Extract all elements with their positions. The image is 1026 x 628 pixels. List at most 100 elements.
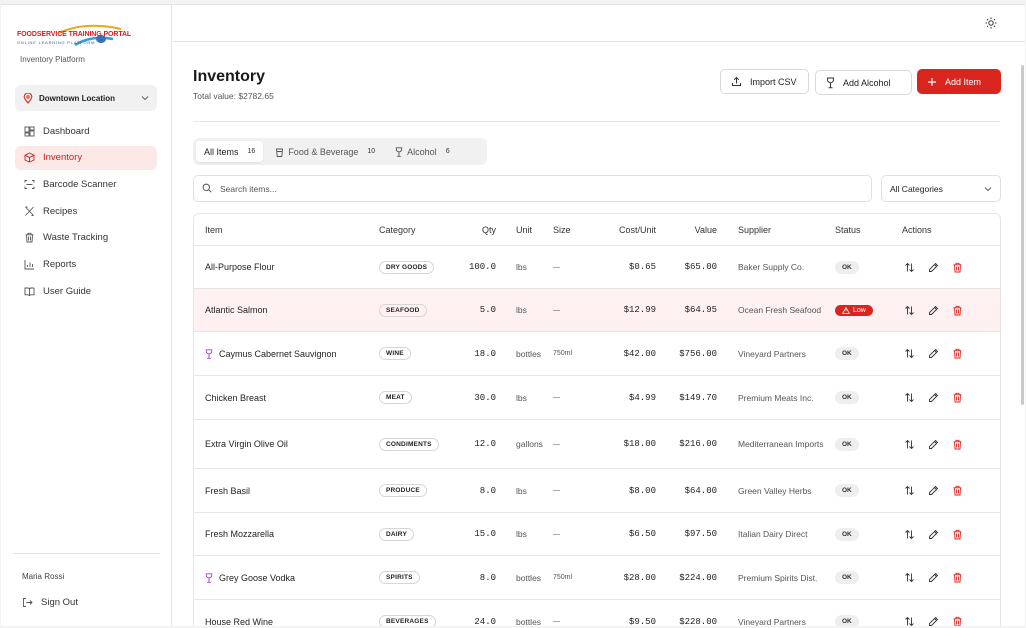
value-cell: $64.95 (684, 305, 717, 315)
delete-icon[interactable] (950, 527, 964, 541)
edit-icon[interactable] (926, 484, 940, 498)
sidebar-item-reports[interactable]: Reports (15, 252, 157, 276)
sidebar-item-dashboard[interactable]: Dashboard (15, 119, 157, 143)
adjust-stock-icon[interactable] (902, 615, 916, 626)
adjust-stock-icon[interactable] (902, 391, 916, 405)
supplier-cell: Premium Spirits Dist. (738, 572, 818, 583)
supplier-cell: Italian Dairy Direct (738, 529, 808, 539)
actions-cell (898, 260, 988, 274)
tab-all-items[interactable]: All Items 16 (196, 141, 264, 162)
sidebar-item-label: Waste Tracking (43, 232, 109, 244)
column-header-size[interactable]: Size (548, 225, 586, 235)
add-alcohol-button[interactable]: Add Alcohol (815, 70, 912, 95)
edit-icon[interactable] (926, 260, 940, 274)
size-cell: — (553, 487, 560, 494)
adjust-stock-icon[interactable] (902, 527, 916, 541)
adjust-stock-icon[interactable] (902, 303, 916, 317)
sidebar-item-inventory[interactable]: Inventory (15, 145, 157, 170)
table-row[interactable]: Atlantic Salmon SEAFOOD 5.0 lbs — $12.99 $64.9… (194, 289, 1000, 332)
scrollbar-thumb[interactable] (1021, 65, 1024, 405)
column-header-category[interactable]: Category (369, 225, 449, 235)
map-pin-icon (23, 92, 33, 104)
table-row[interactable]: All-Purpose Flour DRY GOODS 100.0 lbs — $0.65… (194, 246, 1000, 289)
edit-icon[interactable] (926, 437, 940, 451)
table-row[interactable]: House Red Wine BEVERAGES 24.0 bottles — $9.50… (194, 600, 1000, 626)
supplier-cell: Ocean Fresh Seafood (738, 305, 822, 315)
delete-icon[interactable] (950, 484, 964, 498)
brand-logo[interactable]: FOODSERVICE TRAINING PORTAL ONLINE LEARN… (15, 23, 131, 51)
delete-icon[interactable] (950, 260, 964, 274)
import-csv-button[interactable]: Import CSV (720, 69, 809, 94)
status-badge-low: Low (835, 304, 873, 316)
edit-icon[interactable] (926, 527, 940, 541)
sidebar-item-label: User Guide (43, 285, 92, 297)
column-header-status[interactable]: Status (835, 225, 898, 235)
sun-icon[interactable] (985, 17, 997, 29)
sidebar-item-barcode-scanner[interactable]: Barcode Scanner (15, 172, 157, 196)
adjust-stock-icon[interactable] (902, 260, 916, 274)
category-badge: SEAFOOD (379, 303, 427, 317)
edit-icon[interactable] (926, 303, 940, 317)
header-divider (193, 121, 1000, 122)
page-scrollbar[interactable] (1020, 5, 1025, 626)
category-cell: DRY GOODS (369, 260, 449, 274)
supplier-cell: Vineyard Partners (738, 348, 806, 359)
table-row[interactable]: Extra Virgin Olive Oil CONDIMENTS 12.0 gall… (194, 420, 1000, 469)
table-row[interactable]: Grey Goose Vodka SPIRITS 8.0 bottles 750ml $2… (194, 556, 1000, 600)
delete-icon[interactable] (950, 615, 964, 626)
plus-icon (927, 77, 937, 87)
category-cell: MEAT (369, 391, 449, 404)
item-name: House Red Wine (205, 616, 274, 627)
tab-food-beverage[interactable]: Food & Beverage 10 (267, 141, 383, 162)
category-filter-select[interactable]: All Categories (881, 175, 1001, 202)
delete-icon[interactable] (950, 347, 964, 361)
edit-icon[interactable] (926, 571, 940, 585)
column-header-unit[interactable]: Unit (496, 225, 548, 235)
location-selector[interactable]: Downtown Location (15, 85, 157, 111)
delete-icon[interactable] (950, 437, 964, 451)
delete-icon[interactable] (950, 571, 964, 585)
adjust-stock-icon[interactable] (902, 347, 916, 361)
cost-cell: $42.00 (623, 348, 656, 359)
table-body: All-Purpose Flour DRY GOODS 100.0 lbs — $0.65… (194, 246, 1000, 626)
adjust-stock-icon[interactable] (902, 484, 916, 498)
qty-cell: 18.0 (474, 348, 496, 359)
unit-cell: lbs (516, 262, 527, 272)
sidebar: FOODSERVICE TRAINING PORTAL ONLINE LEARN… (1, 5, 172, 626)
edit-icon[interactable] (926, 391, 940, 405)
sidebar-item-recipes[interactable]: Recipes (15, 199, 157, 223)
item-name: Fresh Mozzarella (205, 529, 275, 539)
column-header-value[interactable]: Value (656, 225, 717, 235)
tab-alcohol[interactable]: Alcohol 6 (387, 141, 457, 162)
table-row[interactable]: Chicken Breast MEAT 30.0 lbs — $4.99 $149.70 Pr… (194, 376, 1000, 420)
edit-icon[interactable] (926, 347, 940, 361)
sidebar-item-waste-tracking[interactable]: Waste Tracking (15, 226, 157, 250)
signout-button[interactable]: Sign Out (22, 597, 78, 608)
table-row[interactable]: Fresh Basil PRODUCE 8.0 lbs — $8.00 $64.00 Gree… (194, 469, 1000, 513)
bar-chart-icon (23, 258, 35, 270)
chevron-down-icon (141, 95, 149, 101)
delete-icon[interactable] (950, 391, 964, 405)
adjust-stock-icon[interactable] (902, 571, 916, 585)
add-item-button[interactable]: Add Item (917, 69, 1001, 94)
column-header-cost[interactable]: Cost/Unit (586, 225, 656, 235)
delete-icon[interactable] (950, 303, 964, 317)
item-name: Fresh Basil (205, 485, 251, 496)
item-cell: Extra Virgin Olive Oil (194, 439, 369, 449)
table-row[interactable]: Caymus Cabernet Sauvignon WINE 18.0 bottles… (194, 332, 1000, 376)
scan-icon (23, 178, 35, 190)
search-input[interactable] (220, 183, 820, 194)
supplier-cell: Baker Supply Co. (738, 262, 805, 272)
adjust-stock-icon[interactable] (902, 437, 916, 451)
column-header-item[interactable]: Item (194, 225, 369, 235)
table-row[interactable]: Fresh Mozzarella DAIRY 15.0 lbs — $6.50 $97.50… (194, 513, 1000, 556)
category-badge: MEAT (379, 391, 412, 404)
sidebar-item-user-guide[interactable]: User Guide (15, 279, 157, 303)
column-header-supplier[interactable]: Supplier (717, 223, 835, 237)
inventory-table: Item Category Qty Unit Size Cost/Unit Va… (193, 213, 1001, 626)
dashboard-icon (23, 125, 35, 137)
category-badge: DAIRY (379, 527, 414, 541)
status-cell: Low (835, 304, 898, 316)
edit-icon[interactable] (926, 615, 940, 627)
column-header-qty[interactable]: Qty (449, 225, 496, 235)
